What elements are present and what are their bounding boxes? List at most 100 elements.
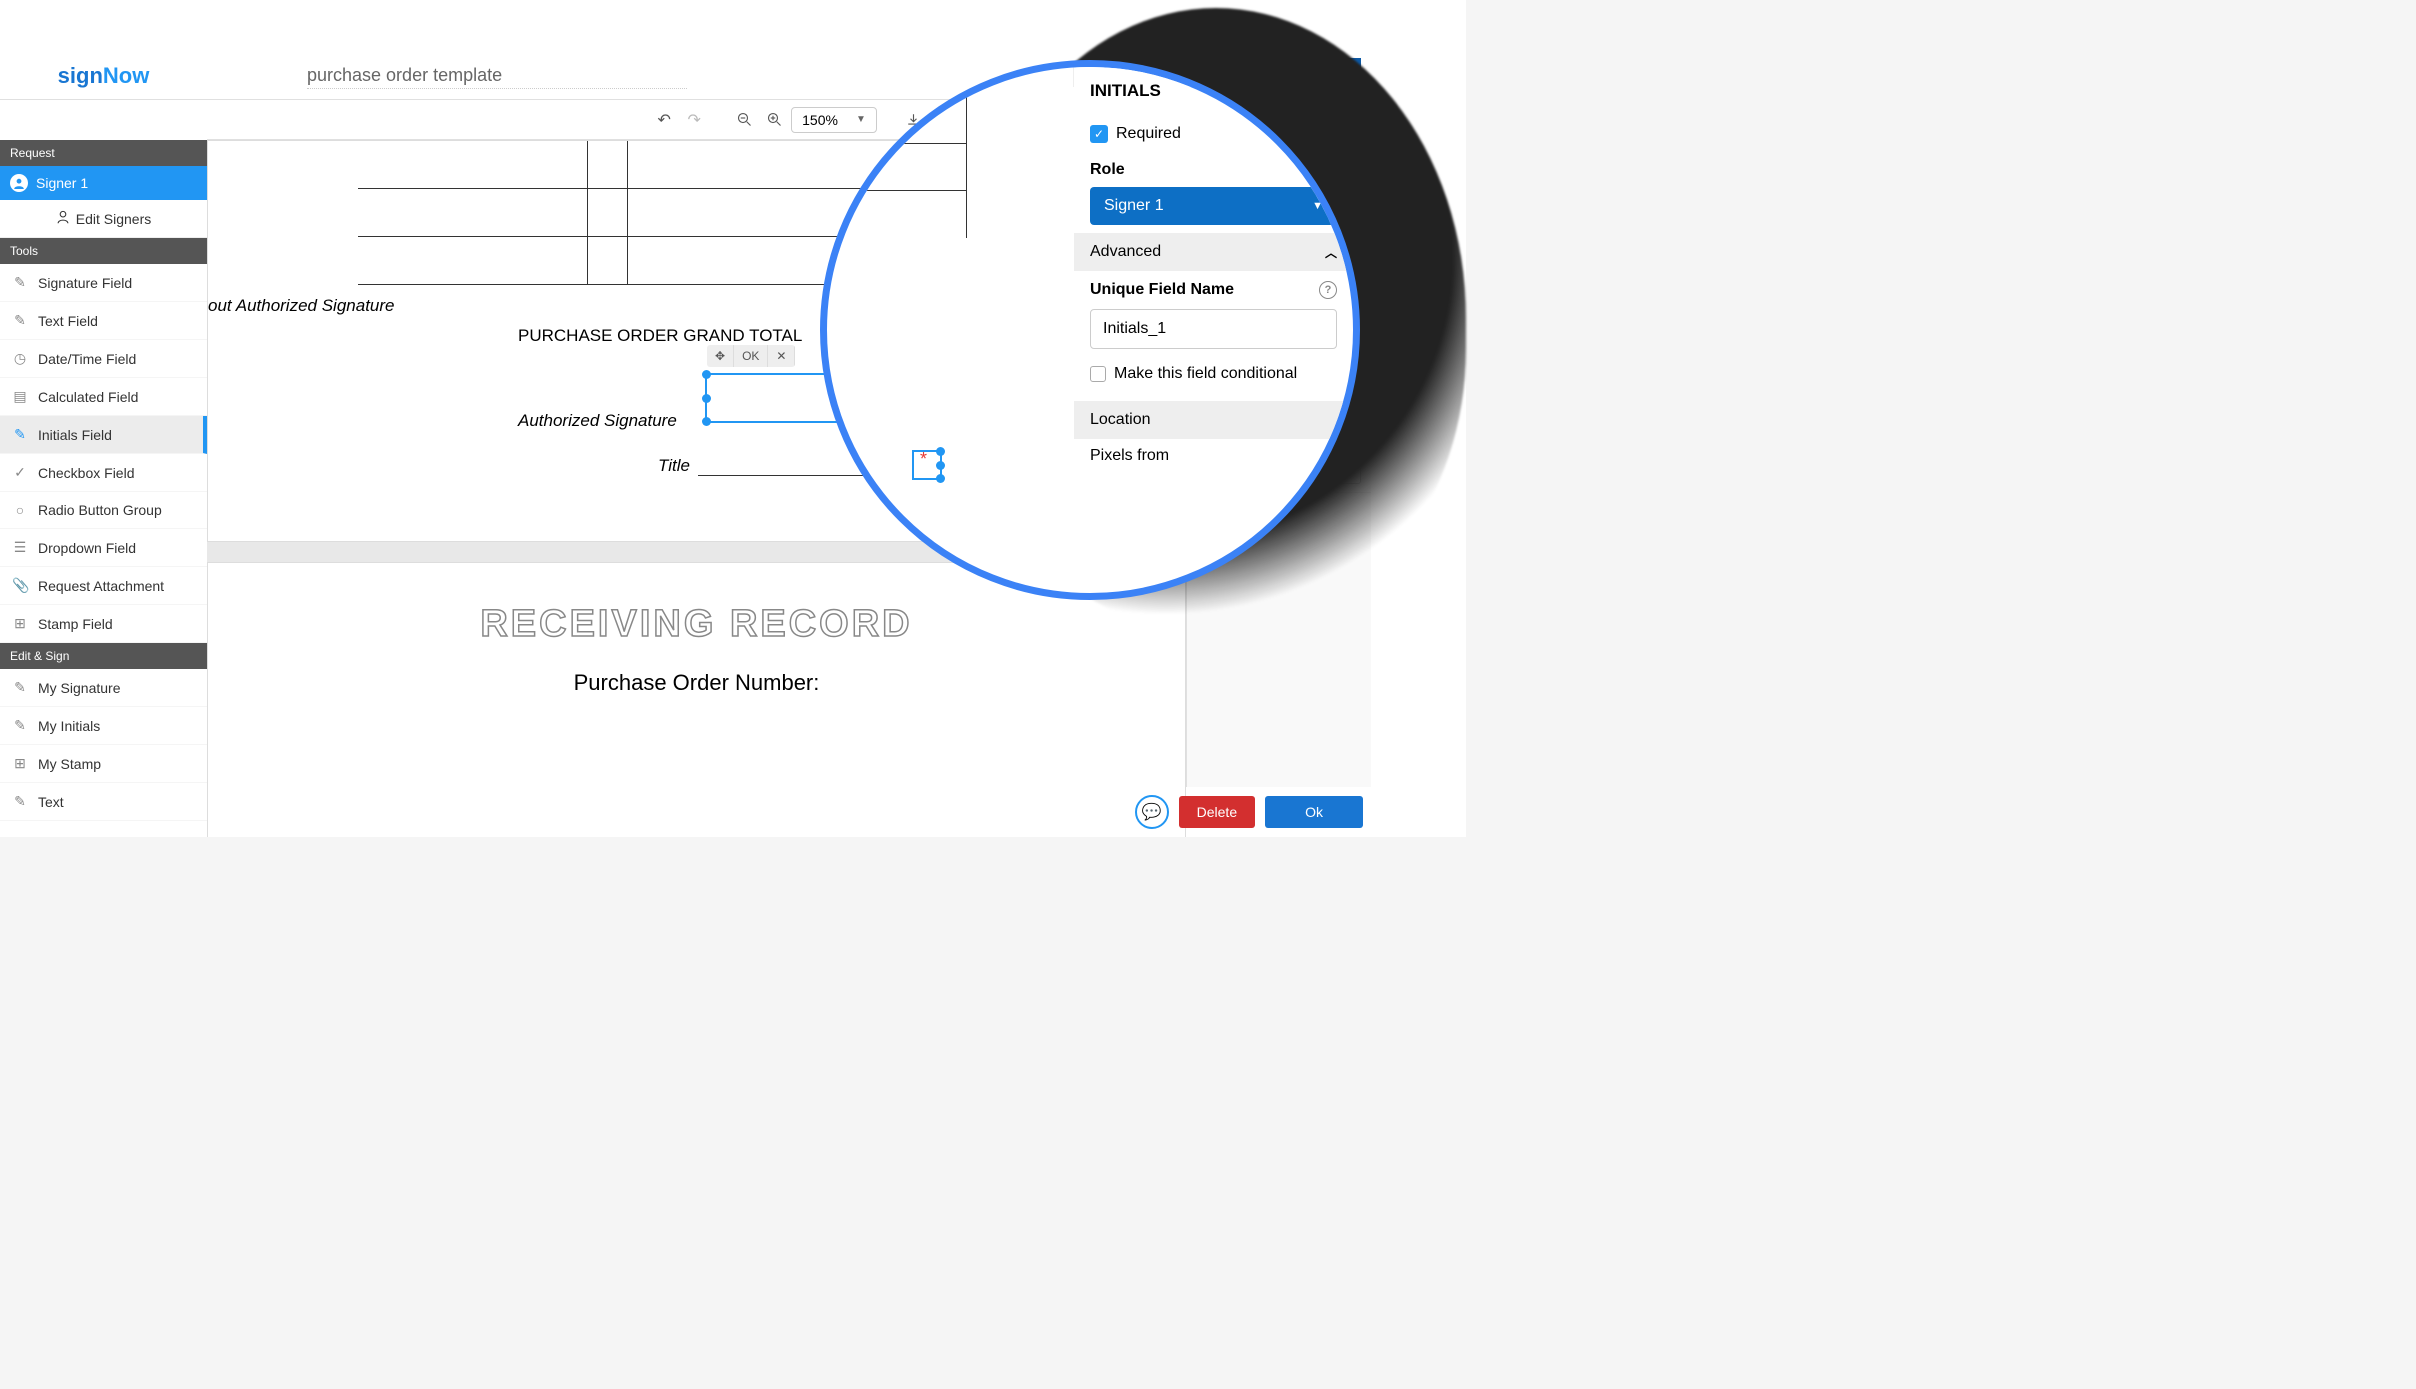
doc-auth-sig-label: Authorized Signature [518, 411, 677, 430]
chat-button[interactable]: 💬 [1135, 795, 1169, 829]
tool-stamp-field[interactable]: ⊞ Stamp Field [0, 605, 207, 643]
logo-part2: Now [103, 63, 149, 88]
document-title-input[interactable]: purchase order template [307, 63, 687, 89]
panel-title: INITIALS [1074, 67, 1353, 115]
undo-button[interactable]: ↶ [651, 107, 677, 133]
editsign-label: My Signature [38, 680, 120, 696]
stamp-icon: ⊞ [12, 615, 28, 632]
magnified-doc-snippet [827, 97, 967, 238]
info-icon[interactable]: ? [1319, 281, 1337, 299]
logo-part1: sign [58, 63, 103, 88]
tool-radio-group[interactable]: ○ Radio Button Group [0, 492, 207, 529]
tool-label: Checkbox Field [38, 465, 135, 481]
redo-button[interactable]: ↷ [681, 107, 707, 133]
calculator-icon: ▤ [12, 388, 28, 405]
stamp-icon: ⊞ [12, 755, 28, 772]
tool-text-field[interactable]: ✎ Text Field [0, 302, 207, 340]
receiving-record-heading: RECEIVING RECORD [208, 603, 1185, 646]
pen-icon: ✎ [12, 679, 28, 696]
signer-label: Signer 1 [36, 175, 88, 191]
chevron-up-icon: ︿ [1325, 244, 1337, 261]
tool-label: Text Field [38, 313, 98, 329]
attachment-icon: 📎 [12, 577, 28, 594]
tool-datetime-field[interactable]: ◷ Date/Time Field [0, 340, 207, 378]
editsign-my-signature[interactable]: ✎ My Signature [0, 669, 207, 707]
editsign-label: My Stamp [38, 756, 101, 772]
conditional-row[interactable]: Make this field conditional [1074, 355, 1353, 393]
edit-signers-button[interactable]: Edit Signers [0, 200, 207, 238]
doc-grand-total: PURCHASE ORDER GRAND TOTAL [518, 326, 802, 346]
properties-panel: INITIALS ✓ Required Role Signer 1 ▼ Adva… [1073, 67, 1353, 87]
tool-label: Calculated Field [38, 389, 138, 405]
unique-name-input[interactable] [1090, 309, 1337, 349]
tool-calculated-field[interactable]: ▤ Calculated Field [0, 378, 207, 416]
bottom-actions: 💬 Delete Ok [1127, 787, 1371, 837]
move-handle-icon[interactable]: ✥ [707, 345, 734, 367]
editsign-label: My Initials [38, 718, 100, 734]
signer-chip[interactable]: Signer 1 [0, 166, 207, 200]
tool-signature-field[interactable]: ✎ Signature Field [0, 264, 207, 302]
magnified-field-box: * [912, 450, 942, 480]
doc-title-label: Title [658, 456, 690, 475]
zoom-out-button[interactable] [731, 107, 757, 133]
zoom-in-button[interactable] [761, 107, 787, 133]
tool-label: Request Attachment [38, 578, 164, 594]
required-checkbox[interactable]: ✓ [1090, 125, 1108, 143]
resize-handle[interactable] [702, 417, 711, 426]
editsign-text[interactable]: ✎ Text [0, 783, 207, 821]
resize-handle[interactable] [702, 370, 711, 379]
tool-label: Initials Field [38, 427, 112, 443]
tool-label: Stamp Field [38, 616, 113, 632]
dropdown-icon: ☰ [12, 539, 28, 556]
logo: signNow [0, 63, 207, 89]
editsign-label: Text [38, 794, 64, 810]
tool-label: Radio Button Group [38, 502, 162, 518]
tool-label: Date/Time Field [38, 351, 136, 367]
location-label: Location [1090, 411, 1151, 429]
tool-dropdown-field[interactable]: ☰ Dropdown Field [0, 529, 207, 567]
doc-text-auth-partial: out Authorized Signature [208, 296, 395, 316]
pen-icon: ✎ [12, 274, 28, 291]
section-tools: Tools [0, 238, 207, 264]
section-editsign: Edit & Sign [0, 643, 207, 669]
text-icon: ✎ [12, 793, 28, 810]
advanced-label: Advanced [1090, 243, 1161, 261]
pixels-from-label: Pixels from [1074, 439, 1353, 469]
advanced-section-toggle[interactable]: Advanced ︿ [1074, 233, 1353, 271]
conditional-checkbox[interactable] [1090, 366, 1106, 382]
radio-icon: ○ [12, 502, 28, 518]
tool-initials-field[interactable]: ✎ Initials Field [0, 416, 207, 454]
pen-icon: ✎ [12, 717, 28, 734]
tool-label: Dropdown Field [38, 540, 136, 556]
location-section-toggle[interactable]: Location [1074, 401, 1353, 439]
ok-button[interactable]: Ok [1265, 796, 1363, 828]
editsign-my-initials[interactable]: ✎ My Initials [0, 707, 207, 745]
chevron-down-icon: ▼ [1312, 200, 1323, 212]
field-ok-button[interactable]: OK [734, 345, 768, 367]
edit-signers-label: Edit Signers [76, 211, 151, 227]
required-row[interactable]: ✓ Required [1074, 115, 1353, 153]
initials-icon: ✎ [12, 426, 28, 443]
magnifier-overlay: INITIALS ✓ Required Role Signer 1 ▼ Adva… [820, 60, 1360, 600]
role-select[interactable]: Signer 1 ▼ [1090, 187, 1337, 225]
clock-icon: ◷ [12, 350, 28, 367]
po-number-label: Purchase Order Number: [208, 670, 1185, 696]
unique-name-label: Unique Field Name [1090, 281, 1234, 299]
person-outline-icon [56, 210, 70, 227]
conditional-label: Make this field conditional [1114, 365, 1297, 383]
role-value: Signer 1 [1104, 197, 1164, 215]
person-icon [10, 174, 28, 192]
check-icon: ✓ [12, 464, 28, 481]
section-request: Request [0, 140, 207, 166]
sidebar: Request Signer 1 Edit Signers Tools ✎ Sig… [0, 140, 207, 837]
delete-button[interactable]: Delete [1179, 796, 1255, 828]
doc-auth-signature-row: Authorized Signature [518, 411, 677, 431]
tool-label: Signature Field [38, 275, 132, 291]
tool-checkbox-field[interactable]: ✓ Checkbox Field [0, 454, 207, 492]
field-floating-toolbar: ✥ OK ✕ [707, 345, 795, 367]
tool-request-attachment[interactable]: 📎 Request Attachment [0, 567, 207, 605]
text-icon: ✎ [12, 312, 28, 329]
field-close-button[interactable]: ✕ [768, 345, 795, 367]
editsign-my-stamp[interactable]: ⊞ My Stamp [0, 745, 207, 783]
resize-handle[interactable] [702, 394, 711, 403]
